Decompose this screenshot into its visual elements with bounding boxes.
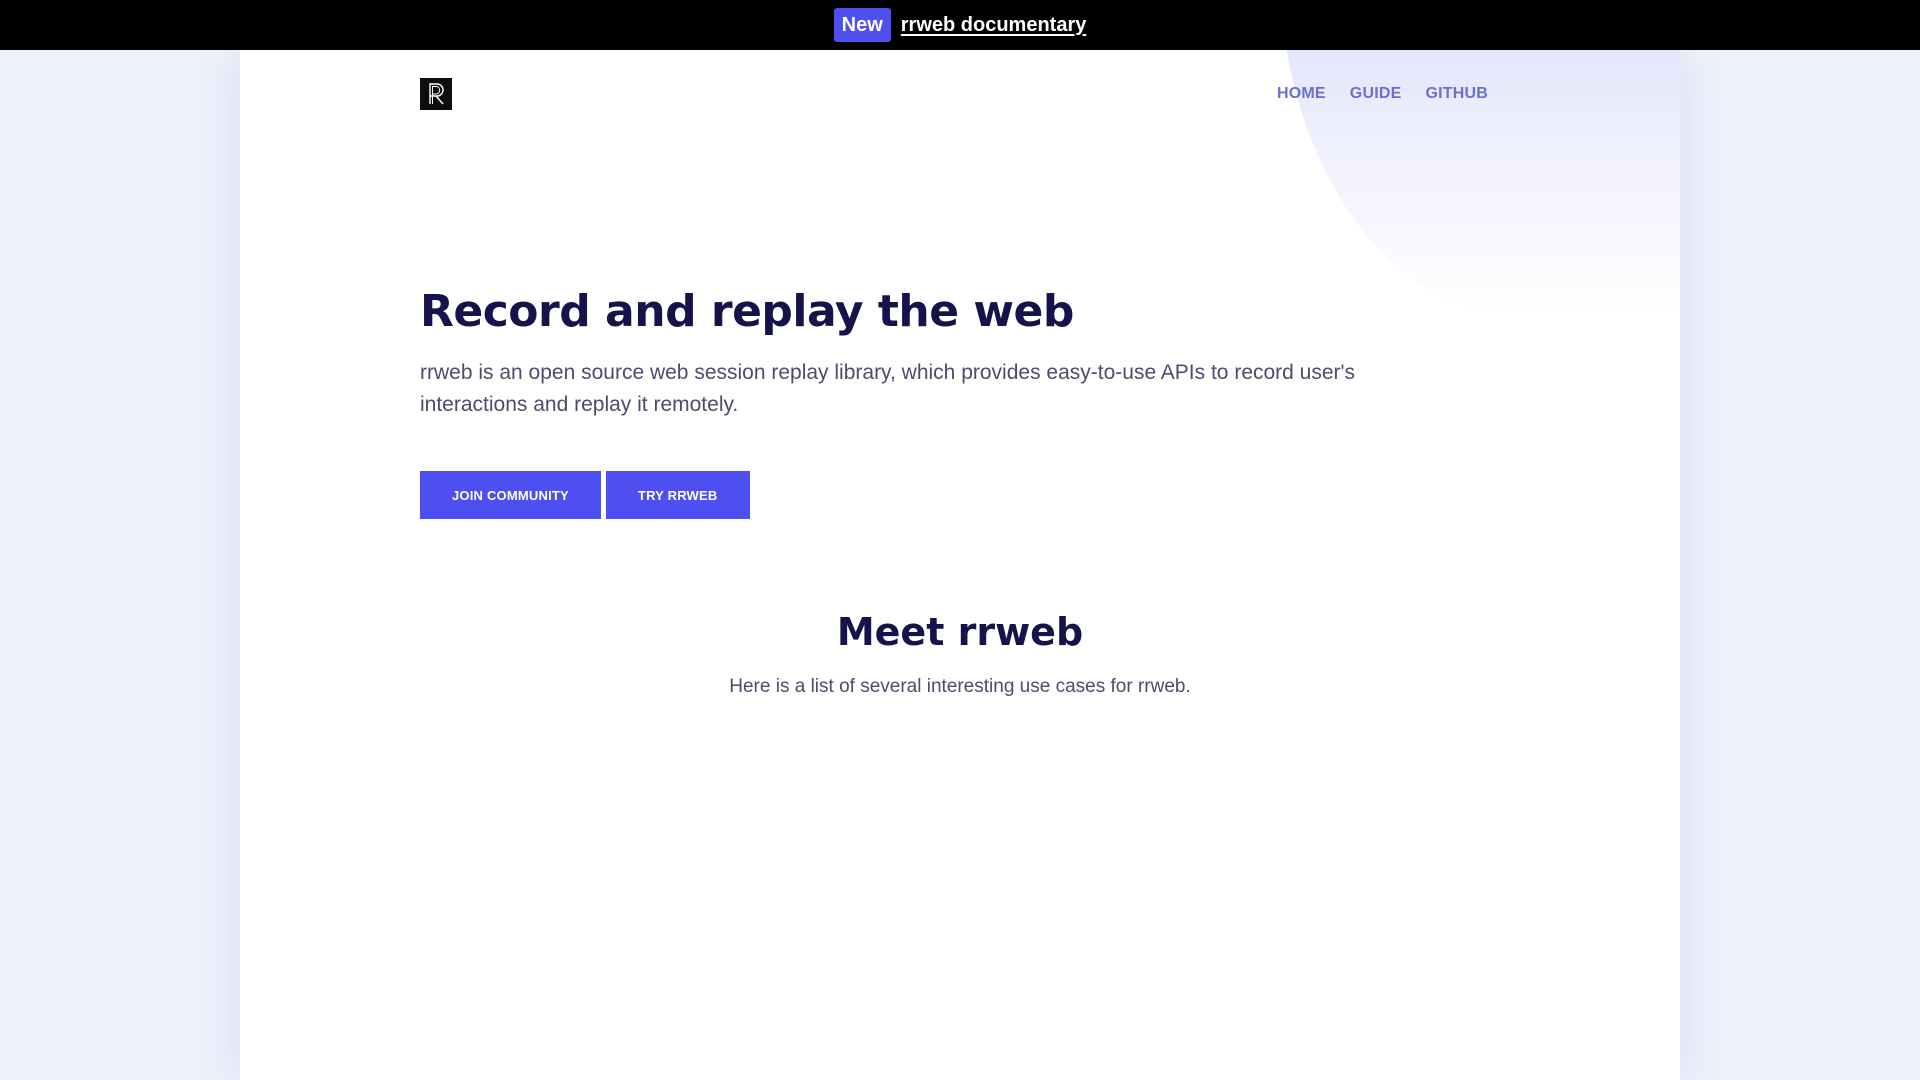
announcement-bar: New rrweb documentary: [0, 0, 1920, 50]
hero-buttons: JOIN COMMUNITY TRY RRWEB: [420, 471, 1420, 519]
documentary-link[interactable]: rrweb documentary: [901, 14, 1087, 37]
hero-description: rrweb is an open source web session repl…: [420, 361, 1356, 416]
nav-github[interactable]: GITHUB: [1425, 85, 1488, 103]
main-nav: HOME GUIDE GITHUB: [1277, 85, 1488, 103]
nav-guide[interactable]: GUIDE: [1350, 85, 1402, 103]
nav-home[interactable]: HOME: [1277, 85, 1326, 103]
logo-r-glyph: [429, 83, 444, 105]
hero-section: Record and replay the web rrweb is an op…: [420, 286, 1420, 519]
page-card: HOME GUIDE GITHUB Record and replay the …: [240, 50, 1680, 1080]
site-header: HOME GUIDE GITHUB: [420, 74, 1488, 114]
new-badge: New: [833, 8, 891, 42]
meet-title: Meet rrweb: [836, 610, 1084, 654]
join-community-button[interactable]: JOIN COMMUNITY: [420, 471, 601, 519]
meet-section: Meet rrweb Here is a list of several int…: [240, 610, 1680, 698]
try-rrweb-button[interactable]: TRY RRWEB: [605, 471, 750, 519]
meet-description: Here is a list of several interesting us…: [729, 676, 1191, 697]
rrweb-logo-icon[interactable]: [420, 78, 452, 110]
hero-title: Record and replay the web: [420, 286, 1074, 337]
